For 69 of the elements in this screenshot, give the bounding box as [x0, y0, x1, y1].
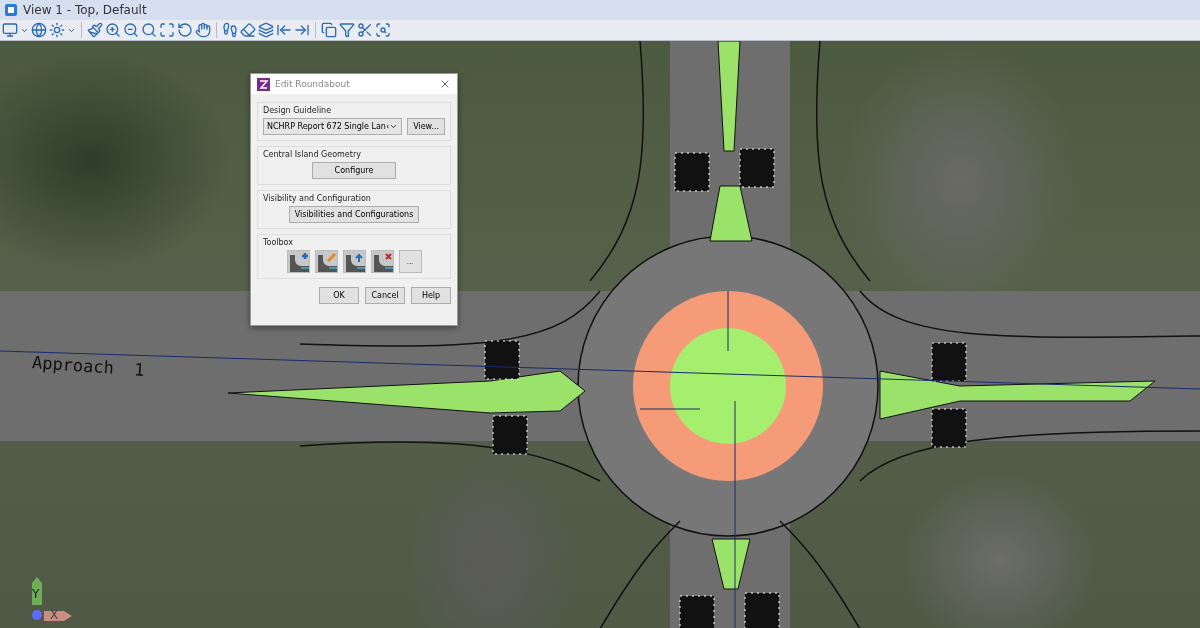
toolbar-button[interactable] — [87, 21, 103, 39]
toolbar-button[interactable] — [222, 21, 238, 39]
toolbar-button[interactable] — [357, 21, 373, 39]
window-title: View 1 - Top, Default — [23, 3, 147, 17]
toolbar-button[interactable] — [321, 21, 337, 39]
dialog-button[interactable]: Help — [411, 287, 451, 304]
toolbar-button[interactable] — [31, 21, 47, 39]
close-icon[interactable] — [439, 78, 451, 90]
scissors-icon — [357, 22, 373, 38]
crosswalk — [674, 152, 710, 192]
group-title: Central Island Geometry — [263, 150, 362, 159]
road-tool-icon — [287, 251, 309, 272]
arrow-right-icon — [294, 22, 310, 38]
search-icon — [141, 22, 157, 38]
view-button[interactable]: View... — [407, 118, 446, 135]
caret-icon — [389, 122, 399, 131]
toolbox-button[interactable] — [370, 250, 394, 273]
fit-view-icon — [159, 22, 175, 38]
toolbar-button[interactable] — [123, 21, 139, 39]
crosswalk — [931, 342, 967, 382]
dialog-button[interactable]: OK — [319, 287, 359, 304]
copy-icon — [321, 22, 337, 38]
toolbar-button[interactable] — [177, 21, 193, 39]
group-title: Design Guideline — [263, 106, 333, 115]
zoom-in-icon — [105, 22, 121, 38]
toolbar-button[interactable] — [141, 21, 157, 39]
dialog-button[interactable]: Cancel — [365, 287, 405, 304]
crosswalk — [484, 340, 520, 380]
hand-icon — [195, 22, 211, 38]
crosswalk — [739, 148, 775, 188]
toolbar-button[interactable] — [159, 21, 175, 39]
approach-label: Approach 1 — [31, 352, 146, 380]
toolbox-button[interactable] — [286, 250, 310, 273]
filter-icon — [339, 22, 355, 38]
brush-icon — [87, 22, 103, 38]
scan-search-icon — [375, 22, 391, 38]
road-tool-icon — [371, 251, 393, 272]
road-tool-icon — [343, 251, 365, 272]
view-icon — [2, 22, 18, 38]
toolbar-button[interactable] — [375, 21, 391, 39]
toolbox-button[interactable] — [342, 250, 366, 273]
toolbar-button[interactable] — [2, 21, 18, 39]
app-logo-icon — [257, 77, 270, 91]
crosswalk — [931, 408, 967, 448]
group-title: Visibility and Configuration — [263, 194, 372, 203]
globe-icon — [31, 22, 47, 38]
group-title: Toolbox — [263, 238, 294, 247]
more-button[interactable]: ... — [398, 250, 422, 273]
footprints-icon — [222, 22, 238, 38]
rotate-icon — [177, 22, 193, 38]
crosswalk — [744, 592, 780, 628]
toolbar-button[interactable] — [339, 21, 355, 39]
toolbar-button[interactable] — [195, 21, 211, 39]
toolbar-button[interactable] — [258, 21, 274, 39]
zoom-out-icon — [123, 22, 139, 38]
section-button[interactable]: Visibilities and Configurations — [288, 206, 420, 223]
toolbox-button[interactable] — [314, 250, 338, 273]
toolbar-button[interactable] — [240, 21, 256, 39]
eraser-icon — [240, 22, 256, 38]
section-button[interactable]: Configure — [312, 162, 396, 179]
road-tool-icon — [315, 251, 337, 272]
view-window-icon — [5, 4, 17, 16]
dialog-title: Edit Roundabout — [275, 79, 351, 89]
guideline-dropdown[interactable]: NCHRP Report 672 Single Lan‹ — [263, 118, 403, 135]
layers-icon — [258, 22, 274, 38]
toolbar-button[interactable] — [105, 21, 121, 39]
crosswalk — [679, 595, 715, 628]
crosswalk — [492, 415, 528, 455]
arrow-left-icon — [276, 22, 292, 38]
